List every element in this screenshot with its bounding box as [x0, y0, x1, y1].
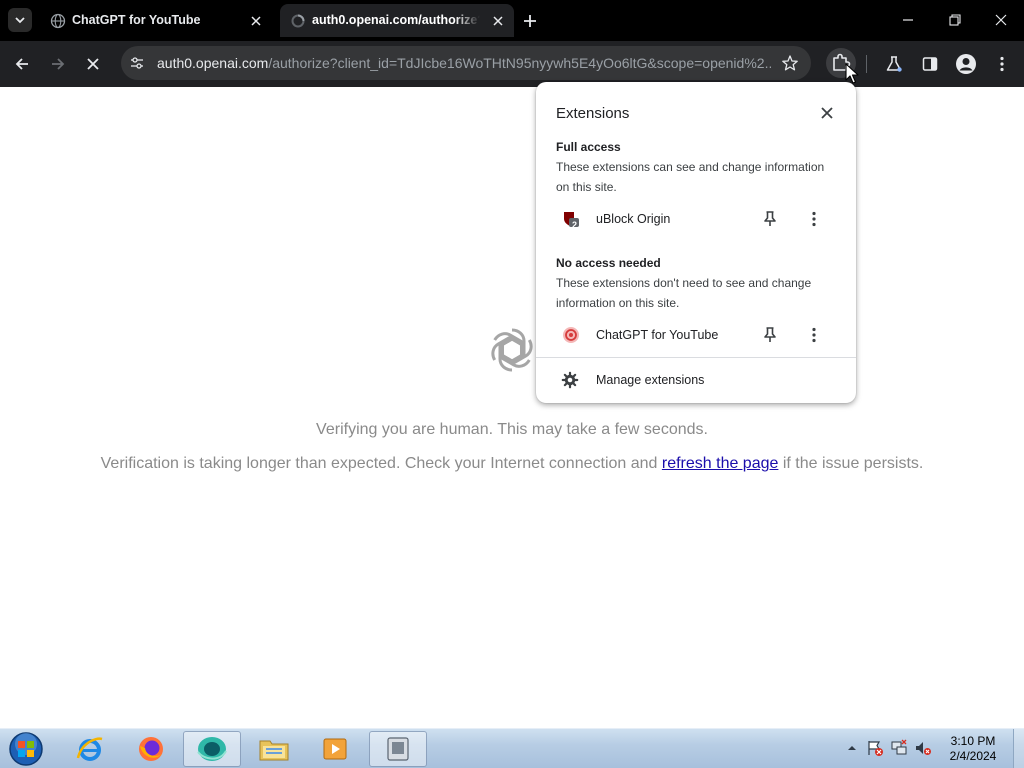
chevron-down-icon — [15, 17, 25, 24]
taskbar-file-explorer[interactable] — [245, 731, 303, 767]
browser-toolbar: auth0.openai.com/authorize?client_id=TdJ… — [0, 41, 1024, 87]
forward-button[interactable] — [46, 52, 70, 76]
full-access-heading: Full access — [556, 140, 621, 154]
windows-taskbar: 3:10 PM 2/4/2024 — [0, 728, 1024, 768]
extension-row-chatgpt-youtube[interactable]: ChatGPT for YouTube — [536, 318, 856, 352]
close-icon[interactable] — [818, 104, 836, 122]
taskbar-media-player[interactable] — [306, 731, 364, 767]
pin-icon[interactable] — [762, 326, 778, 344]
stop-x-icon — [87, 58, 99, 70]
arrow-right-icon — [52, 58, 65, 70]
gear-icon — [561, 371, 579, 389]
close-tab-icon[interactable] — [248, 13, 264, 29]
action-center-flag-icon[interactable] — [866, 739, 884, 757]
kebab-menu-icon — [1000, 56, 1004, 72]
toolbar-divider — [866, 55, 867, 73]
no-access-description: These extensions don't need to see and c… — [556, 276, 812, 310]
labs-button[interactable] — [882, 52, 906, 76]
tab-search-button[interactable] — [8, 8, 32, 32]
extension-row-ublock[interactable]: 2 uBlock Origin — [536, 202, 856, 236]
popup-divider — [536, 357, 856, 358]
stop-loading-button[interactable] — [81, 52, 105, 76]
manage-extensions-label: Manage extensions — [596, 373, 705, 387]
folder-icon — [259, 740, 289, 761]
restore-icon[interactable] — [945, 10, 965, 30]
taskbar-app-window[interactable] — [369, 731, 427, 767]
full-access-description: These extensions can see and change info… — [556, 160, 825, 194]
browser-app-icon — [197, 737, 227, 761]
site-settings-icon[interactable] — [129, 55, 145, 71]
more-options-icon[interactable] — [806, 210, 822, 228]
avatar-icon — [956, 54, 976, 74]
no-access-heading: No access needed — [556, 256, 661, 270]
extension-name: uBlock Origin — [596, 212, 671, 226]
tab-title: auth0.openai.com/authorize?cli — [312, 13, 480, 27]
minimize-icon[interactable] — [898, 10, 918, 30]
start-button[interactable] — [6, 730, 46, 768]
bookmark-star-icon[interactable] — [781, 54, 799, 72]
browser-menu-button[interactable] — [990, 52, 1014, 76]
taskbar-firefox[interactable] — [122, 731, 180, 767]
side-panel-icon — [922, 57, 938, 71]
internet-explorer-icon — [76, 737, 103, 761]
slow-verification-message: Verification is taking longer than expec… — [0, 455, 1024, 473]
arrow-left-icon — [15, 58, 28, 70]
clock-time: 3:10 PM — [950, 734, 996, 748]
url-text[interactable]: auth0.openai.com/authorize?client_id=TdJ… — [157, 55, 771, 71]
app-window-icon — [387, 737, 409, 761]
ublock-origin-icon — [564, 212, 579, 227]
firefox-icon — [139, 737, 163, 761]
extensions-popup: Extensions Full access These extensions … — [536, 82, 856, 403]
taskbar-chrome[interactable] — [183, 731, 241, 767]
openai-logo-icon — [491, 328, 533, 372]
page-content: Verifying you are human. This may take a… — [0, 87, 1024, 728]
url-host: auth0.openai.com — [157, 55, 269, 71]
refresh-page-link[interactable]: refresh the page — [662, 455, 779, 472]
verifying-message: Verifying you are human. This may take a… — [316, 421, 708, 438]
taskbar-clock[interactable]: 3:10 PM 2/4/2024 — [940, 734, 1006, 764]
clock-date: 2/4/2024 — [949, 749, 997, 763]
ublock-badge: 2 — [572, 220, 578, 230]
close-tab-icon[interactable] — [490, 13, 506, 29]
tab-strip: ChatGPT for YouTube auth0.openai.com/aut… — [0, 0, 1024, 41]
mouse-cursor-icon — [845, 63, 859, 84]
pin-icon[interactable] — [762, 210, 778, 228]
more-options-icon[interactable] — [806, 326, 822, 344]
flask-icon — [886, 56, 902, 72]
new-tab-icon[interactable] — [520, 11, 540, 31]
url-path: /authorize?client_id=TdJIcbe16WoTHtN95ny… — [268, 55, 771, 71]
network-icon[interactable] — [890, 739, 908, 757]
globe-icon — [50, 13, 66, 29]
manage-extensions-button[interactable]: Manage extensions — [536, 365, 856, 395]
tab-title: ChatGPT for YouTube — [72, 13, 201, 27]
side-panel-button[interactable] — [918, 52, 942, 76]
tab-chatgpt-youtube[interactable]: ChatGPT for YouTube — [40, 4, 272, 37]
back-button[interactable] — [10, 52, 34, 76]
volume-muted-icon[interactable] — [914, 739, 932, 757]
popup-title: Extensions — [556, 105, 630, 122]
show-desktop-button[interactable] — [1013, 729, 1024, 768]
profile-button[interactable] — [954, 52, 978, 76]
extension-name: ChatGPT for YouTube — [596, 328, 719, 342]
media-player-icon — [323, 738, 347, 760]
loading-spinner-icon — [291, 14, 305, 28]
show-hidden-icons-icon[interactable] — [843, 739, 861, 757]
chatgpt-youtube-icon — [563, 327, 579, 343]
close-window-icon[interactable] — [991, 10, 1011, 30]
address-bar[interactable]: auth0.openai.com/authorize?client_id=TdJ… — [121, 46, 811, 80]
tab-auth0-authorize[interactable]: auth0.openai.com/authorize?cli — [280, 4, 514, 37]
slow-message-suffix: if the issue persists. — [778, 455, 924, 472]
taskbar-internet-explorer[interactable] — [61, 731, 119, 767]
slow-message-prefix: Verification is taking longer than expec… — [100, 455, 662, 472]
